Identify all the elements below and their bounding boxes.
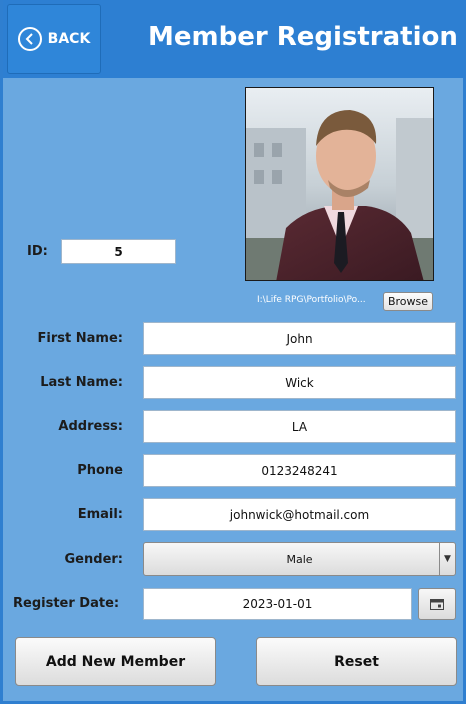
address-label: Address: [58, 419, 123, 434]
register-date-label: Register Date: [13, 596, 120, 611]
registration-window: BACK Member Registration I:\Life RPG\Por… [0, 0, 466, 704]
add-new-member-button[interactable]: Add New Member [15, 637, 216, 686]
phone-label: Phone [77, 463, 123, 478]
browse-button[interactable]: Browse [383, 292, 433, 311]
register-date-field[interactable]: 2023-01-01 [143, 588, 412, 620]
header-bar: BACK Member Registration [3, 0, 466, 78]
id-field[interactable]: 5 [61, 239, 176, 264]
caret-down-icon: ▼ [439, 543, 455, 575]
email-field[interactable]: johnwick@hotmail.com [143, 498, 456, 531]
phone-field[interactable]: 0123248241 [143, 454, 456, 487]
member-photo [245, 87, 434, 281]
email-label: Email: [77, 507, 123, 522]
first-name-label: First Name: [37, 331, 123, 346]
back-label: BACK [47, 31, 91, 47]
chevron-left-circle-icon [17, 27, 42, 51]
photo-path: I:\Life RPG\Portfolio\Po... [257, 295, 366, 305]
back-button[interactable]: BACK [7, 4, 101, 74]
reset-button[interactable]: Reset [256, 637, 457, 686]
calendar-icon [430, 595, 444, 614]
gender-select[interactable]: Male ▼ [143, 542, 456, 576]
calendar-button[interactable] [418, 588, 456, 620]
gender-value: Male [286, 552, 313, 566]
gender-label: Gender: [64, 552, 123, 567]
address-field[interactable]: LA [143, 410, 456, 443]
last-name-field[interactable]: Wick [143, 366, 456, 399]
page-title: Member Registration [148, 22, 458, 52]
id-label: ID: [27, 244, 48, 259]
first-name-field[interactable]: John [143, 322, 456, 355]
last-name-label: Last Name: [40, 375, 123, 390]
